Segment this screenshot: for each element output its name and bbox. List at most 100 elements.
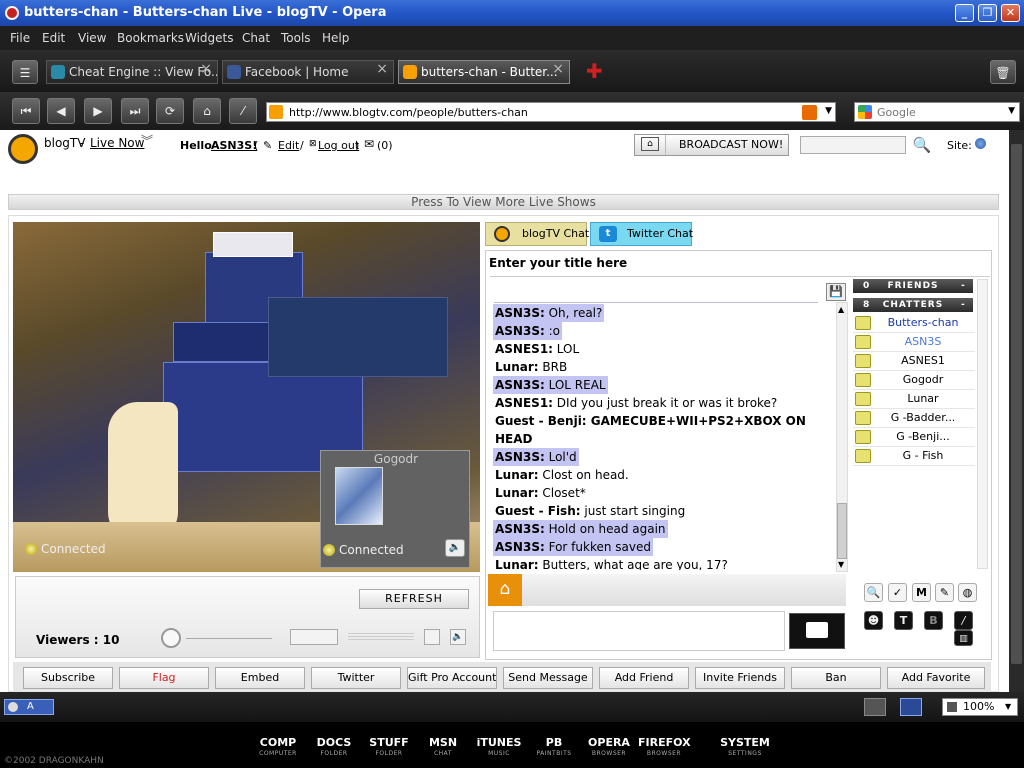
menu-tools[interactable]: Tools — [281, 31, 311, 45]
panels-toggle-icon[interactable]: ☰ — [12, 60, 38, 84]
page-scroll-thumb[interactable] — [1011, 144, 1022, 664]
taskbar-firefox[interactable]: FIREFOX BROWSER — [638, 736, 691, 766]
italic-icon[interactable]: / — [954, 611, 973, 630]
home-icon[interactable]: ⌂ — [193, 98, 221, 124]
layout-toggle-icon[interactable] — [290, 629, 338, 645]
live-now-dropdown-icon[interactable]: ︾ — [141, 132, 153, 149]
search-box[interactable]: ▼ — [854, 102, 1020, 122]
search-dropdown-icon[interactable]: ▼ — [1008, 106, 1015, 116]
menu-edit[interactable]: Edit — [42, 31, 65, 45]
user-row[interactable]: Lunar — [853, 390, 975, 409]
reload-icon[interactable]: ⟳ — [156, 98, 184, 124]
emoticon-icon[interactable]: ☻ — [864, 611, 883, 630]
view-icon[interactable] — [900, 698, 922, 716]
color-bar-icon[interactable]: ▥ — [954, 630, 973, 646]
add-favorite-button[interactable]: Add Favorite — [887, 667, 985, 689]
tab-cheat-engine[interactable]: Cheat Engine :: View Fo... × — [46, 60, 218, 84]
pencil-tool-icon[interactable]: ✎ — [935, 583, 954, 602]
status-indicator[interactable]: A — [4, 699, 54, 715]
gift-pro-account-button[interactable]: Gift Pro Account — [407, 667, 497, 689]
user-row[interactable]: ASN3S — [853, 333, 975, 352]
user-row[interactable]: Butters-chan — [853, 314, 975, 333]
chatters-header[interactable]: 8 CHATTERS - — [853, 298, 973, 312]
fullscreen-icon[interactable] — [424, 629, 440, 645]
tab-close-icon[interactable]: × — [376, 61, 388, 80]
volume-slider[interactable] — [186, 638, 272, 639]
volume-knob-icon[interactable] — [161, 628, 181, 648]
scroll-up-icon[interactable]: ▲ — [838, 305, 844, 314]
friends-header[interactable]: 0 FRIENDS - — [853, 279, 973, 293]
envelope-icon[interactable]: ✉ — [364, 137, 374, 151]
menu-chat[interactable]: Chat — [242, 31, 270, 45]
logout-link[interactable]: Log out — [318, 139, 359, 152]
cohost-video[interactable]: Gogodr Connected 🔈 — [320, 450, 470, 568]
chat-scroll-thumb[interactable] — [837, 503, 847, 559]
taskbar-computer[interactable]: COMP COMPUTER — [255, 736, 301, 766]
edit-link[interactable]: Edit — [278, 139, 299, 152]
panel-toggle-icon[interactable] — [864, 698, 886, 716]
user-row[interactable]: G -Benji... — [853, 428, 975, 447]
back-icon[interactable]: ◀ — [47, 98, 75, 124]
user-row[interactable]: G -Badder... — [853, 409, 975, 428]
chat-message-input[interactable] — [493, 611, 785, 651]
maximize-button[interactable]: ❐ — [978, 4, 997, 22]
rewind-icon[interactable]: ⏮ — [12, 98, 40, 124]
add-friend-button[interactable]: Add Friend — [599, 667, 689, 689]
subscribe-button[interactable]: Subscribe — [23, 667, 113, 689]
wand-icon[interactable]: ⁄ — [229, 98, 257, 124]
taskbar-stuff[interactable]: STUFF FOLDER — [366, 736, 412, 766]
home-button-icon[interactable]: ⌂ — [488, 574, 522, 606]
user-row[interactable]: Gogodr — [853, 371, 975, 390]
taskbar-opera[interactable]: OPERA BROWSER — [585, 736, 633, 766]
taskbar-docs[interactable]: DOCS FOLDER — [312, 736, 356, 766]
more-live-shows-bar[interactable]: Press To View More Live Shows — [8, 194, 999, 210]
live-now-link[interactable]: Live Now — [90, 136, 144, 150]
text-format-icon[interactable]: T — [894, 611, 913, 630]
rss-feed-icon[interactable] — [802, 105, 817, 120]
search-icon[interactable]: 🔍 — [910, 134, 934, 156]
tab-close-icon[interactable]: × — [200, 61, 212, 80]
user-row[interactable]: G - Fish — [853, 447, 975, 466]
globe-icon[interactable] — [975, 138, 986, 149]
globe-tool-icon[interactable]: ◍ — [958, 583, 977, 602]
bold-icon[interactable]: B — [924, 611, 943, 630]
user-row[interactable]: ASNES1 — [853, 352, 975, 371]
tab-twitter-chat[interactable]: t Twitter Chat — [590, 222, 693, 246]
check-icon[interactable]: ✓ — [888, 583, 907, 602]
username-link[interactable]: ASN3S! — [211, 139, 257, 152]
menu-file[interactable]: File — [10, 31, 30, 45]
flag-button[interactable]: Flag — [119, 667, 209, 689]
menu-help[interactable]: Help — [322, 31, 349, 45]
tab-blogtv-chat[interactable]: blogTV Chat — [485, 222, 589, 246]
taskbar-itunes[interactable]: iTUNES MUSIC — [474, 736, 524, 766]
send-message-button[interactable] — [789, 613, 845, 649]
zoom-icon[interactable]: 🔍 — [864, 583, 883, 602]
mute-user-icon[interactable]: M — [912, 583, 931, 602]
taskbar-system[interactable]: SYSTEM SETTINGS — [718, 736, 772, 766]
menu-view[interactable]: View — [78, 31, 106, 45]
taskbar-msn[interactable]: MSN CHAT — [424, 736, 462, 766]
chat-scrollbar[interactable]: ▲ ▼ — [836, 302, 848, 572]
address-dropdown-icon[interactable]: ▼ — [825, 106, 832, 116]
tab-close-icon[interactable]: × — [552, 61, 564, 80]
chat-title[interactable]: Enter your title here — [489, 256, 627, 270]
zoom-control[interactable]: 100% ▼ — [942, 698, 1018, 716]
site-search-input[interactable] — [800, 136, 906, 154]
twitter-button[interactable]: Twitter — [311, 667, 401, 689]
send-message-action-button[interactable]: Send Message — [503, 667, 593, 689]
menu-bookmarks[interactable]: Bookmarks — [117, 31, 184, 45]
page-scrollbar[interactable] — [1009, 130, 1024, 692]
scroll-down-icon[interactable]: ▼ — [838, 560, 844, 569]
search-input[interactable] — [877, 105, 997, 120]
speaker-icon[interactable]: 🔈 — [445, 539, 465, 557]
mute-icon[interactable]: 🔈 — [450, 629, 466, 645]
tab-butters-chan[interactable]: butters-chan - Butter... × — [398, 60, 570, 84]
new-tab-plus-icon[interactable]: ✚ — [586, 60, 603, 82]
tab-facebook[interactable]: Facebook | Home × — [222, 60, 394, 84]
refresh-button[interactable]: REFRESH — [359, 589, 469, 609]
close-window-button[interactable]: ✕ — [1001, 4, 1020, 22]
userlist-scrollbar[interactable] — [977, 279, 988, 569]
taskbar-paintbits[interactable]: PB PAINTBITS — [532, 736, 576, 766]
minimize-button[interactable]: _ — [955, 4, 974, 22]
broadcast-now-button[interactable]: ⌂ BROADCAST NOW! — [634, 134, 789, 156]
